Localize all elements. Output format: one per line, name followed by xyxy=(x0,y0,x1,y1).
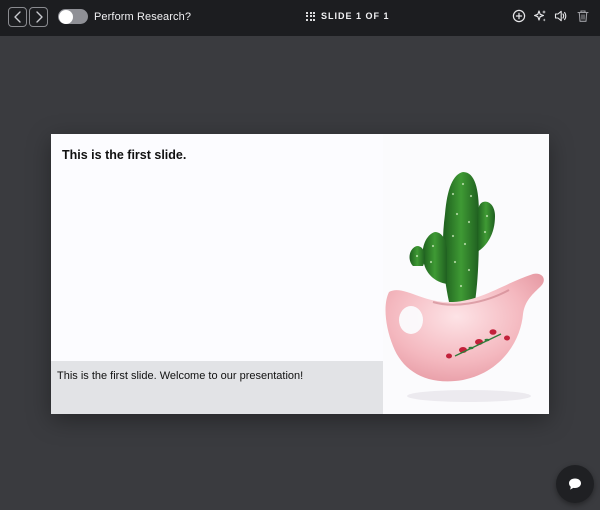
research-toggle[interactable] xyxy=(58,9,88,24)
slide-title[interactable]: This is the first slide. xyxy=(62,148,186,162)
sparkles-icon xyxy=(533,10,546,22)
cactus-image[interactable] xyxy=(383,134,549,414)
plus-circle-icon xyxy=(512,9,526,23)
chat-bubble-icon xyxy=(569,478,581,490)
slide-canvas[interactable]: This is the first slide. This is the fir… xyxy=(51,134,549,414)
trash-icon xyxy=(577,10,589,22)
slide-caption-bar: This is the first slide. Welcome to our … xyxy=(51,361,383,414)
research-toggle-label: Perform Research? xyxy=(94,11,192,23)
delete-slide-button[interactable] xyxy=(576,9,590,23)
chevron-left-icon xyxy=(13,11,21,23)
cactus-pot-illustration xyxy=(385,172,544,402)
next-slide-button[interactable] xyxy=(29,7,48,27)
chat-button[interactable] xyxy=(556,465,594,503)
ai-generate-button[interactable] xyxy=(533,9,547,23)
top-toolbar: Perform Research? SLIDE 1 OF 1 xyxy=(0,0,600,36)
audio-button[interactable] xyxy=(554,9,568,23)
add-slide-button[interactable] xyxy=(512,9,526,23)
speaker-icon xyxy=(554,10,567,22)
toggle-knob xyxy=(59,9,73,24)
slide-caption[interactable]: This is the first slide. Welcome to our … xyxy=(57,370,303,382)
grid-icon xyxy=(306,11,315,21)
previous-slide-button[interactable] xyxy=(8,7,27,27)
chevron-right-icon xyxy=(35,11,43,23)
slide-counter[interactable]: SLIDE 1 OF 1 xyxy=(306,11,390,21)
slide-counter-label: SLIDE 1 OF 1 xyxy=(321,11,390,21)
